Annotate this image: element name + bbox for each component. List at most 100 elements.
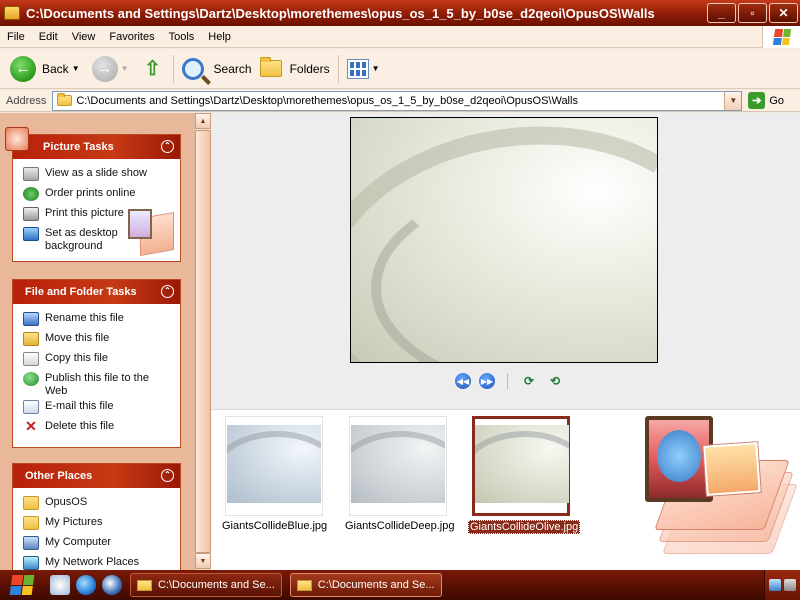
menu-edit[interactable]: Edit (32, 31, 65, 43)
thumbnail-label[interactable]: GiantsCollideBlue.jpg (222, 520, 327, 532)
address-value[interactable]: C:\Documents and Settings\Dartz\Desktop\… (76, 95, 578, 107)
place-opusos[interactable]: OpusOS (23, 494, 174, 514)
internet-explorer-icon[interactable] (76, 575, 96, 595)
task-publish[interactable]: Publish this file to the Web (23, 370, 174, 398)
window-controls: _ ▫ ✕ (707, 3, 798, 23)
start-button[interactable] (0, 570, 44, 600)
collapse-icon[interactable]: ⌃ (161, 285, 174, 298)
copy-icon (23, 352, 39, 366)
panel-body: Rename this file Move this file Copy thi… (13, 304, 180, 444)
address-bar: Address C:\Documents and Settings\Dartz\… (0, 90, 800, 112)
task-rename[interactable]: Rename this file (23, 310, 174, 330)
image-preview[interactable] (350, 117, 658, 363)
panel-header[interactable]: Other Places ⌃ (13, 464, 180, 488)
search-icon (181, 57, 204, 80)
folders-button[interactable]: Folders (256, 53, 334, 85)
address-dropdown-button[interactable]: ▼ (724, 91, 742, 110)
maximize-button[interactable]: ▫ (738, 3, 767, 23)
panel-body: View as a slide show Order prints online… (13, 159, 180, 259)
scroll-up-button[interactable]: ▲ (195, 113, 211, 129)
task-email[interactable]: E-mail this file (23, 398, 174, 418)
printer-icon (23, 207, 39, 221)
panel-header[interactable]: Picture Tasks ⌃ (5, 127, 180, 159)
delete-icon: ✕ (25, 418, 37, 434)
file-folder-tasks-panel: File and Folder Tasks ⌃ Rename this file… (12, 279, 181, 448)
show-desktop-icon[interactable] (50, 575, 70, 595)
go-button[interactable]: ➔ Go (748, 92, 784, 109)
thumbnail[interactable] (349, 416, 447, 516)
task-order-prints[interactable]: Order prints online (23, 185, 174, 205)
back-label: Back (42, 61, 69, 76)
panel-body: OpusOS My Pictures My Computer My Networ… (13, 488, 180, 570)
main-view: ◀◀ ▶▶ ⟳ ⟲ GiantsCollideBlue.jpg GiantsCo… (211, 113, 800, 570)
scroll-down-button[interactable]: ▼ (195, 553, 211, 569)
globe-icon (23, 187, 39, 201)
picture-tasks-icon (5, 127, 29, 151)
title-bar[interactable]: C:\Documents and Settings\Dartz\Desktop\… (0, 0, 800, 26)
thumbnail-selected[interactable] (472, 416, 570, 516)
taskbar-window-button-active[interactable]: C:\Documents and Se... (289, 573, 442, 597)
place-my-pictures[interactable]: My Pictures (23, 514, 174, 534)
address-label: Address (6, 94, 47, 107)
search-button[interactable]: Search (178, 53, 256, 85)
menu-favorites[interactable]: Favorites (102, 31, 161, 43)
panel-header[interactable]: File and Folder Tasks ⌃ (13, 280, 180, 304)
go-arrow-icon: ➔ (748, 92, 766, 109)
email-icon (23, 400, 39, 414)
menu-view[interactable]: View (65, 31, 103, 43)
up-folder-button[interactable]: ⇧ (137, 53, 169, 85)
rotate-counterclockwise-button[interactable]: ⟲ (546, 374, 564, 388)
panel-title: File and Folder Tasks (25, 286, 137, 298)
folders-icon (259, 57, 282, 77)
chevron-down-icon[interactable]: ▼ (372, 64, 380, 73)
taskbar: C:\Documents and Se... C:\Documents and … (0, 570, 800, 600)
folders-label: Folders (289, 61, 330, 76)
back-button[interactable]: ← Back ▼ (0, 53, 88, 85)
menu-bar: File Edit View Favorites Tools Help (0, 26, 800, 48)
taskbar-window-button[interactable]: C:\Documents and Se... (130, 573, 282, 597)
folder-icon (4, 6, 20, 20)
slideshow-icon (23, 167, 39, 181)
windows-logo-icon (762, 26, 800, 48)
minimize-button[interactable]: _ (707, 3, 736, 23)
other-places-panel: Other Places ⌃ OpusOS My Pictures My Com… (12, 463, 181, 570)
menu-help[interactable]: Help (201, 31, 238, 43)
place-my-network[interactable]: My Network Places (23, 554, 174, 570)
network-icon[interactable] (768, 579, 781, 591)
go-label: Go (769, 94, 785, 107)
task-slideshow[interactable]: View as a slide show (23, 165, 174, 185)
address-input[interactable]: C:\Documents and Settings\Dartz\Desktop\… (52, 90, 743, 111)
views-icon (346, 58, 369, 79)
thumbnail-label-selected[interactable]: GiantsCollideOlive.jpg (468, 520, 581, 534)
desktop-icon (23, 227, 39, 241)
volume-icon[interactable] (784, 579, 797, 591)
toolbar: ← Back ▼ → ▼ ⇧ Search Folders ▼ (0, 49, 800, 89)
close-button[interactable]: ✕ (769, 3, 798, 23)
task-copy[interactable]: Copy this file (23, 350, 174, 370)
move-icon (23, 332, 39, 346)
panel-title: Picture Tasks (43, 141, 114, 153)
forward-button[interactable]: → ▼ (88, 53, 137, 85)
menu-tools[interactable]: Tools (162, 31, 202, 43)
publish-web-icon (23, 372, 39, 386)
scroll-thumb[interactable] (195, 130, 211, 553)
next-image-button[interactable]: ▶▶ (479, 373, 495, 389)
views-button[interactable]: ▼ (343, 53, 388, 85)
task-pane: Picture Tasks ⌃ View as a slide show Ord… (0, 113, 194, 570)
preview-controls: ◀◀ ▶▶ ⟳ ⟲ (455, 373, 564, 389)
rotate-clockwise-button[interactable]: ⟳ (520, 374, 538, 388)
place-my-computer[interactable]: My Computer (23, 534, 174, 554)
collapse-icon[interactable]: ⌃ (161, 140, 174, 153)
thumbnail-label[interactable]: GiantsCollideDeep.jpg (345, 520, 454, 532)
media-player-icon[interactable] (102, 575, 122, 595)
previous-image-button[interactable]: ◀◀ (455, 373, 471, 389)
chevron-down-icon[interactable]: ▼ (72, 64, 80, 73)
picture-tasks-panel: Picture Tasks ⌃ View as a slide show Ord… (5, 127, 181, 262)
task-delete[interactable]: ✕ Delete this file (23, 418, 174, 438)
menu-file[interactable]: File (0, 31, 32, 43)
thumbnail[interactable] (225, 416, 323, 516)
task-move[interactable]: Move this file (23, 330, 174, 350)
chevron-down-icon[interactable]: ▼ (121, 64, 129, 73)
collapse-icon[interactable]: ⌃ (161, 469, 174, 482)
task-pane-scrollbar[interactable]: ▲ ▼ (194, 113, 211, 570)
